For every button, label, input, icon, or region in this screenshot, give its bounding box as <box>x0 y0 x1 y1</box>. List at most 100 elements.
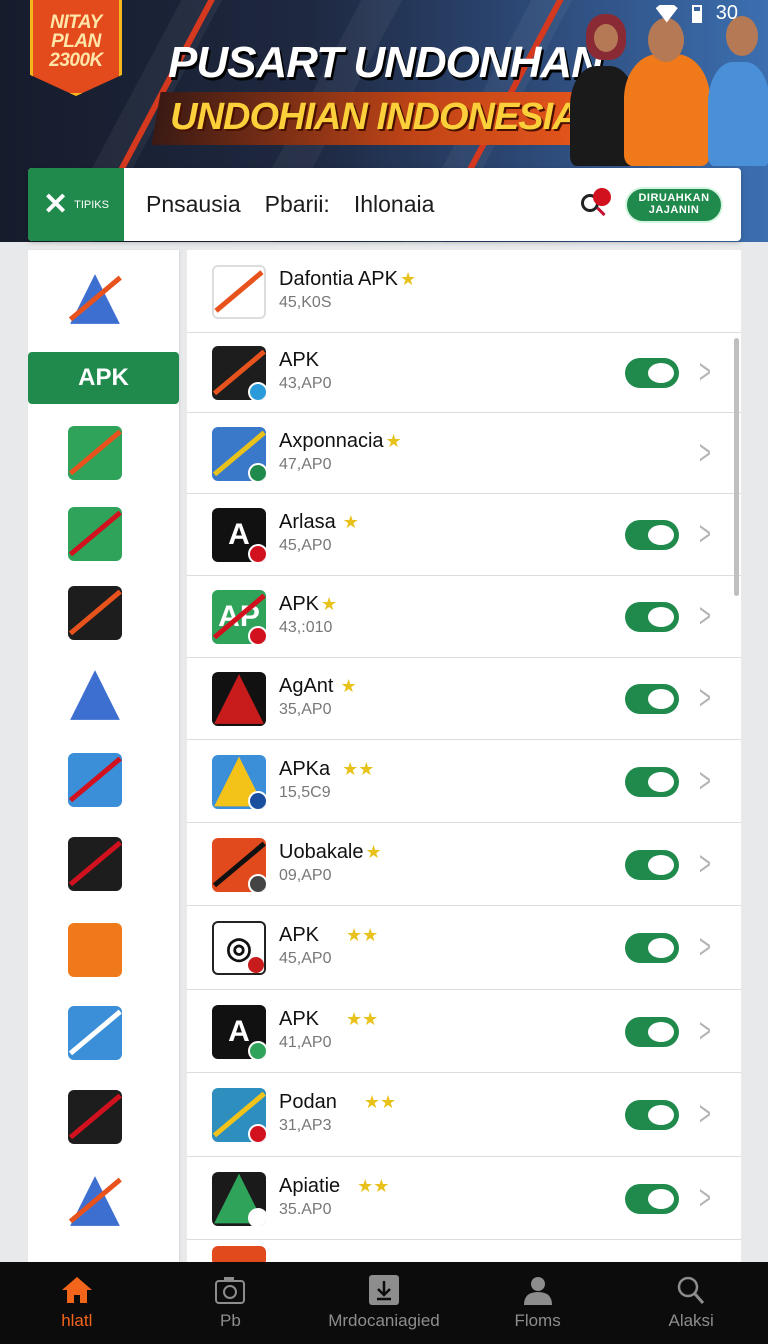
app-logo-icon: ◎ <box>212 921 266 975</box>
install-toggle[interactable] <box>625 1016 679 1047</box>
app-name: Podan ★★ <box>279 1091 396 1114</box>
chevron-right-icon[interactable]: > <box>699 1014 711 1048</box>
search-icon[interactable] <box>579 187 613 222</box>
sidebar-category-icon[interactable] <box>68 1174 122 1228</box>
app-logo[interactable]: ✕ TIPIKS <box>28 168 124 241</box>
sidebar-category-icon[interactable] <box>68 586 122 640</box>
chevron-right-icon[interactable]: > <box>699 930 711 964</box>
sidebar-category-icon[interactable] <box>68 1090 122 1144</box>
app-row[interactable]: AP APK★ 43,:010 > <box>187 576 741 658</box>
chevron-right-icon[interactable]: > <box>699 681 711 715</box>
app-name: Axponnacia ★ <box>279 430 402 453</box>
status-bar: 30 <box>655 2 738 25</box>
app-row[interactable]: ◎ APK ★★ 45,AP0 > <box>187 906 741 990</box>
badge-line: PLAN <box>51 31 101 52</box>
install-toggle[interactable] <box>625 358 679 388</box>
install-toggle[interactable] <box>625 766 679 797</box>
nav-item-profile[interactable]: Floms <box>461 1262 615 1344</box>
icon-badge <box>248 790 266 809</box>
battery-icon <box>691 4 702 23</box>
sidebar-category-icon[interactable] <box>68 272 122 326</box>
sidebar-item-apk[interactable]: APK <box>28 352 179 404</box>
sidebar-category-icon[interactable] <box>68 426 122 480</box>
category-icon <box>68 1090 122 1144</box>
app-row[interactable] <box>187 1240 741 1262</box>
app-icon <box>212 837 266 892</box>
install-toggle[interactable] <box>625 602 679 632</box>
app-row[interactable]: APK 43,AP0 > <box>187 333 741 413</box>
breadcrumb-item[interactable]: Ihlonaia <box>354 191 435 218</box>
sidebar-category-icon[interactable] <box>68 837 122 891</box>
icon-badge <box>248 873 266 892</box>
install-toggle[interactable] <box>625 1100 679 1130</box>
app-row[interactable]: Axponnacia ★ 47,AP0 > <box>187 413 741 494</box>
app-row[interactable]: A APK ★★ 41,AP0 > <box>187 990 741 1073</box>
icon-slash <box>68 511 122 557</box>
scrollbar[interactable] <box>734 338 739 596</box>
chevron-right-icon[interactable]: > <box>699 436 711 470</box>
app-name-text: APK <box>279 349 320 371</box>
nav-item-home[interactable]: hlatl <box>0 1262 154 1344</box>
chevron-right-icon[interactable]: > <box>699 599 711 633</box>
rating-star-icon: ★ <box>399 268 417 289</box>
app-name: APK ★★ <box>279 1008 378 1031</box>
app-icon <box>212 1171 266 1226</box>
sidebar-category-icon[interactable] <box>68 753 122 807</box>
rating-star-icon: ★★ <box>338 1092 397 1112</box>
app-icon <box>212 264 266 319</box>
sidebar-category-icon[interactable] <box>68 668 122 722</box>
rating-star-icon: ★★ <box>342 1175 390 1196</box>
app-row[interactable]: APKa ★★ 15,5C9 > <box>187 740 741 823</box>
category-icon <box>68 923 122 977</box>
install-toggle[interactable] <box>625 1183 679 1214</box>
app-row[interactable]: Uobakale ★ 09,AP0 > <box>187 823 741 906</box>
join-button[interactable]: DIRUAHKAN JAJANIN <box>625 186 723 223</box>
app-row[interactable]: Podan ★★ 31,AP3 > <box>187 1073 741 1157</box>
banner-subtitle-plate: UNDOHIAN INDONESIA <box>151 92 602 145</box>
sidebar-category-icon[interactable] <box>68 507 122 561</box>
icon-slash <box>68 1094 122 1140</box>
chevron-right-icon[interactable]: > <box>699 764 711 798</box>
category-icon <box>68 586 122 640</box>
chevron-right-icon[interactable]: > <box>699 847 711 881</box>
install-toggle[interactable] <box>625 933 679 963</box>
nav-item-download[interactable]: Mrdocaniagied <box>307 1262 461 1344</box>
banner-people-image <box>566 6 768 166</box>
chevron-right-icon[interactable]: > <box>699 517 711 551</box>
category-icon <box>68 1006 122 1060</box>
rating-star-icon: ★ <box>365 841 382 862</box>
app-row[interactable]: Apiatie ★★ 35.AP0 > <box>187 1157 741 1240</box>
sidebar-category-icon[interactable] <box>68 923 122 977</box>
chevron-right-icon[interactable]: > <box>699 1181 711 1215</box>
chevron-right-icon[interactable]: > <box>699 355 711 389</box>
app-name-text: Arlasa <box>279 511 336 533</box>
app-size: 45,AP0 <box>279 950 332 967</box>
rating-star-icon: ★★ <box>332 758 375 779</box>
breadcrumb-item[interactable]: Pnsausia <box>146 191 241 218</box>
banner-subtitle: UNDOHIAN INDONESIA <box>170 96 579 138</box>
category-icon <box>68 837 122 891</box>
icon-slash <box>68 757 122 803</box>
install-toggle[interactable] <box>625 684 679 714</box>
icon-slash <box>68 430 122 476</box>
icon-badge <box>248 1124 266 1142</box>
download-icon <box>367 1275 401 1305</box>
app-row[interactable]: A Arlasa ★ 45,AP0 > <box>187 494 741 576</box>
app-size: 45,K0S <box>279 293 332 311</box>
icon-slash <box>68 841 122 887</box>
nav-item-search[interactable]: Alaksi <box>614 1262 768 1344</box>
app-row[interactable]: AgAnt ★ 35,AP0 > <box>187 658 741 740</box>
promo-badge: NITAY PLAN 2300K <box>30 0 122 96</box>
banner-title: PUSART UNDONHAN <box>168 38 603 87</box>
sidebar-category-icon[interactable] <box>68 1006 122 1060</box>
app-logo-icon: A <box>212 508 266 562</box>
bottom-nav: hlatl Pb Mrdocaniagied Floms Alaksi <box>0 1262 768 1344</box>
nav-item-camera[interactable]: Pb <box>154 1262 308 1344</box>
app-row[interactable]: Dafontia APK ★ 45,K0S <box>187 250 741 333</box>
breadcrumb-item[interactable]: Pbarii: <box>265 191 330 218</box>
chevron-right-icon[interactable]: > <box>699 1097 711 1131</box>
install-toggle[interactable] <box>625 520 679 550</box>
app-name-text: AgAnt <box>279 675 334 697</box>
app-name-text: Apiatie <box>279 1174 341 1197</box>
install-toggle[interactable] <box>625 849 679 880</box>
